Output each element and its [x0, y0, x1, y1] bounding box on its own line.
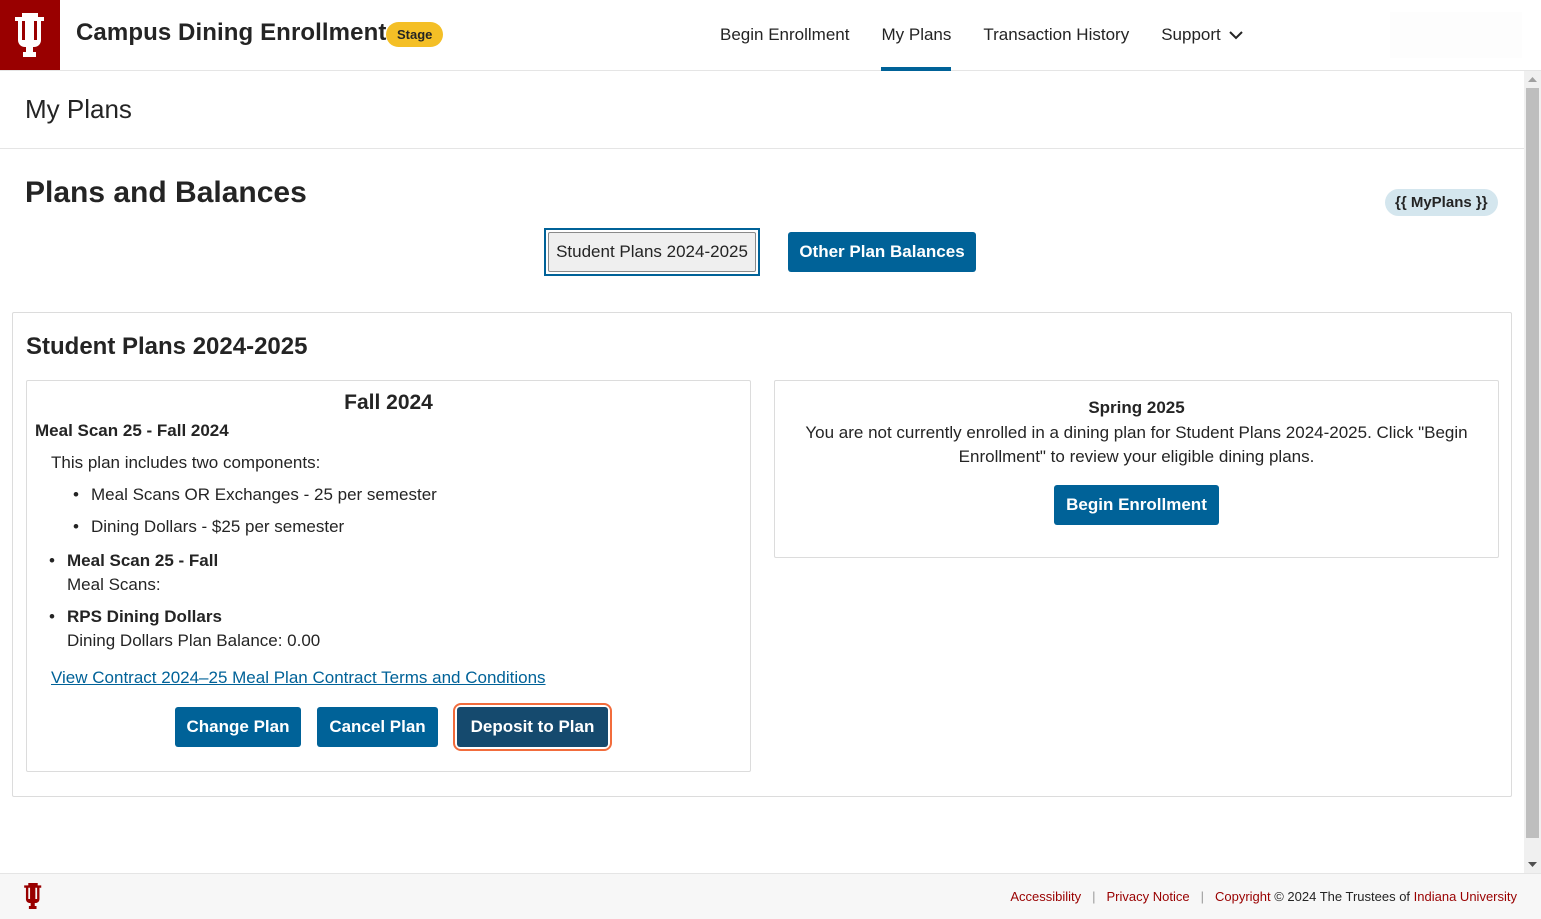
chevron-down-icon [1229, 1, 1243, 69]
list-item: Meal Scans OR Exchanges - 25 per semeste… [73, 485, 437, 517]
app-title: Campus Dining Enrollment [76, 19, 387, 46]
plan-name: Meal Scan 25 - Fall 2024 [35, 421, 229, 440]
scrollbar-thumb[interactable] [1526, 88, 1539, 838]
plans-card-title: Student Plans 2024-2025 [26, 333, 308, 360]
indiana-university-link[interactable]: Indiana University [1414, 889, 1517, 904]
template-badge: {{ MyPlans }} [1385, 189, 1498, 216]
scroll-up-arrow-icon[interactable] [1524, 71, 1541, 88]
deposit-to-plan-button[interactable]: Deposit to Plan [457, 707, 608, 747]
page-title-band: My Plans [0, 71, 1524, 149]
tab-student-plans-focus-ring: Student Plans 2024-2025 [544, 228, 760, 276]
site-footer: Accessibility | Privacy Notice | Copyrig… [0, 873, 1541, 919]
iu-logo[interactable] [0, 0, 60, 70]
nav-transaction-history[interactable]: Transaction History [983, 0, 1129, 70]
list-item: Dining Dollars - $25 per semester [73, 517, 437, 549]
site-header: Campus Dining Enrollment Stage Begin Enr… [0, 0, 1541, 71]
scroll-down-arrow-icon[interactable] [1524, 856, 1541, 873]
page-title: My Plans [25, 94, 132, 124]
privacy-notice-link[interactable]: Privacy Notice [1107, 889, 1190, 904]
balance-item: RPS Dining Dollars Dining Dollars Plan B… [49, 605, 321, 653]
plan-components-list: Meal Scans OR Exchanges - 25 per semeste… [73, 485, 437, 549]
nav-begin-enrollment[interactable]: Begin Enrollment [720, 0, 849, 70]
spring-term-heading: Spring 2025 [1088, 398, 1185, 417]
main-nav: Begin Enrollment My Plans Transaction Hi… [720, 0, 1275, 71]
nav-label: Support [1161, 25, 1221, 44]
footer-links: Accessibility | Privacy Notice | Copyrig… [1010, 889, 1517, 904]
balance-name: RPS Dining Dollars [67, 607, 222, 626]
balance-name: Meal Scan 25 - Fall [67, 551, 219, 570]
nav-label: Transaction History [983, 25, 1130, 44]
balance-detail: Meal Scans: [67, 575, 161, 594]
begin-enrollment-button[interactable]: Begin Enrollment [1054, 485, 1219, 525]
not-enrolled-message: You are not currently enrolled in a dini… [805, 423, 1468, 466]
copyright-text: © 2024 The Trustees of [1270, 889, 1414, 904]
iu-trident-icon [15, 13, 44, 57]
nav-label: Begin Enrollment [720, 25, 850, 44]
balance-detail: Dining Dollars Plan Balance: 0.00 [67, 631, 321, 650]
fall-plan-card: Fall 2024 Meal Scan 25 - Fall 2024 This … [26, 380, 751, 772]
plan-description: This plan includes two components: [51, 453, 321, 472]
fall-term-heading: Fall 2024 [344, 391, 433, 414]
footer-separator: | [1200, 889, 1204, 904]
deposit-focus-ring: Deposit to Plan [453, 703, 612, 751]
user-menu-placeholder [1390, 12, 1522, 58]
change-plan-button[interactable]: Change Plan [175, 707, 301, 747]
nav-support-dropdown[interactable]: Support [1161, 0, 1243, 70]
copyright-link[interactable]: Copyright [1215, 889, 1271, 904]
page-scrollbar[interactable] [1524, 71, 1541, 873]
accessibility-link[interactable]: Accessibility [1010, 889, 1081, 904]
view-contract-link[interactable]: View Contract 2024–25 Meal Plan Contract… [51, 668, 546, 688]
nav-label: My Plans [881, 25, 952, 44]
plan-balances-list: Meal Scan 25 - Fall Meal Scans: RPS Dini… [49, 549, 321, 661]
iu-trident-icon [23, 883, 43, 914]
nav-my-plans[interactable]: My Plans [881, 0, 952, 71]
section-title: Plans and Balances [25, 176, 307, 209]
balance-item: Meal Scan 25 - Fall Meal Scans: [49, 549, 320, 597]
tab-other-plan-balances[interactable]: Other Plan Balances [788, 232, 976, 272]
student-plans-card: Student Plans 2024-2025 Fall 2024 Meal S… [12, 312, 1512, 797]
footer-separator: | [1092, 889, 1096, 904]
cancel-plan-button[interactable]: Cancel Plan [317, 707, 438, 747]
tab-student-plans[interactable]: Student Plans 2024-2025 [548, 232, 756, 272]
environment-badge: Stage [386, 22, 444, 47]
spring-plan-card: Spring 2025 You are not currently enroll… [774, 380, 1499, 558]
